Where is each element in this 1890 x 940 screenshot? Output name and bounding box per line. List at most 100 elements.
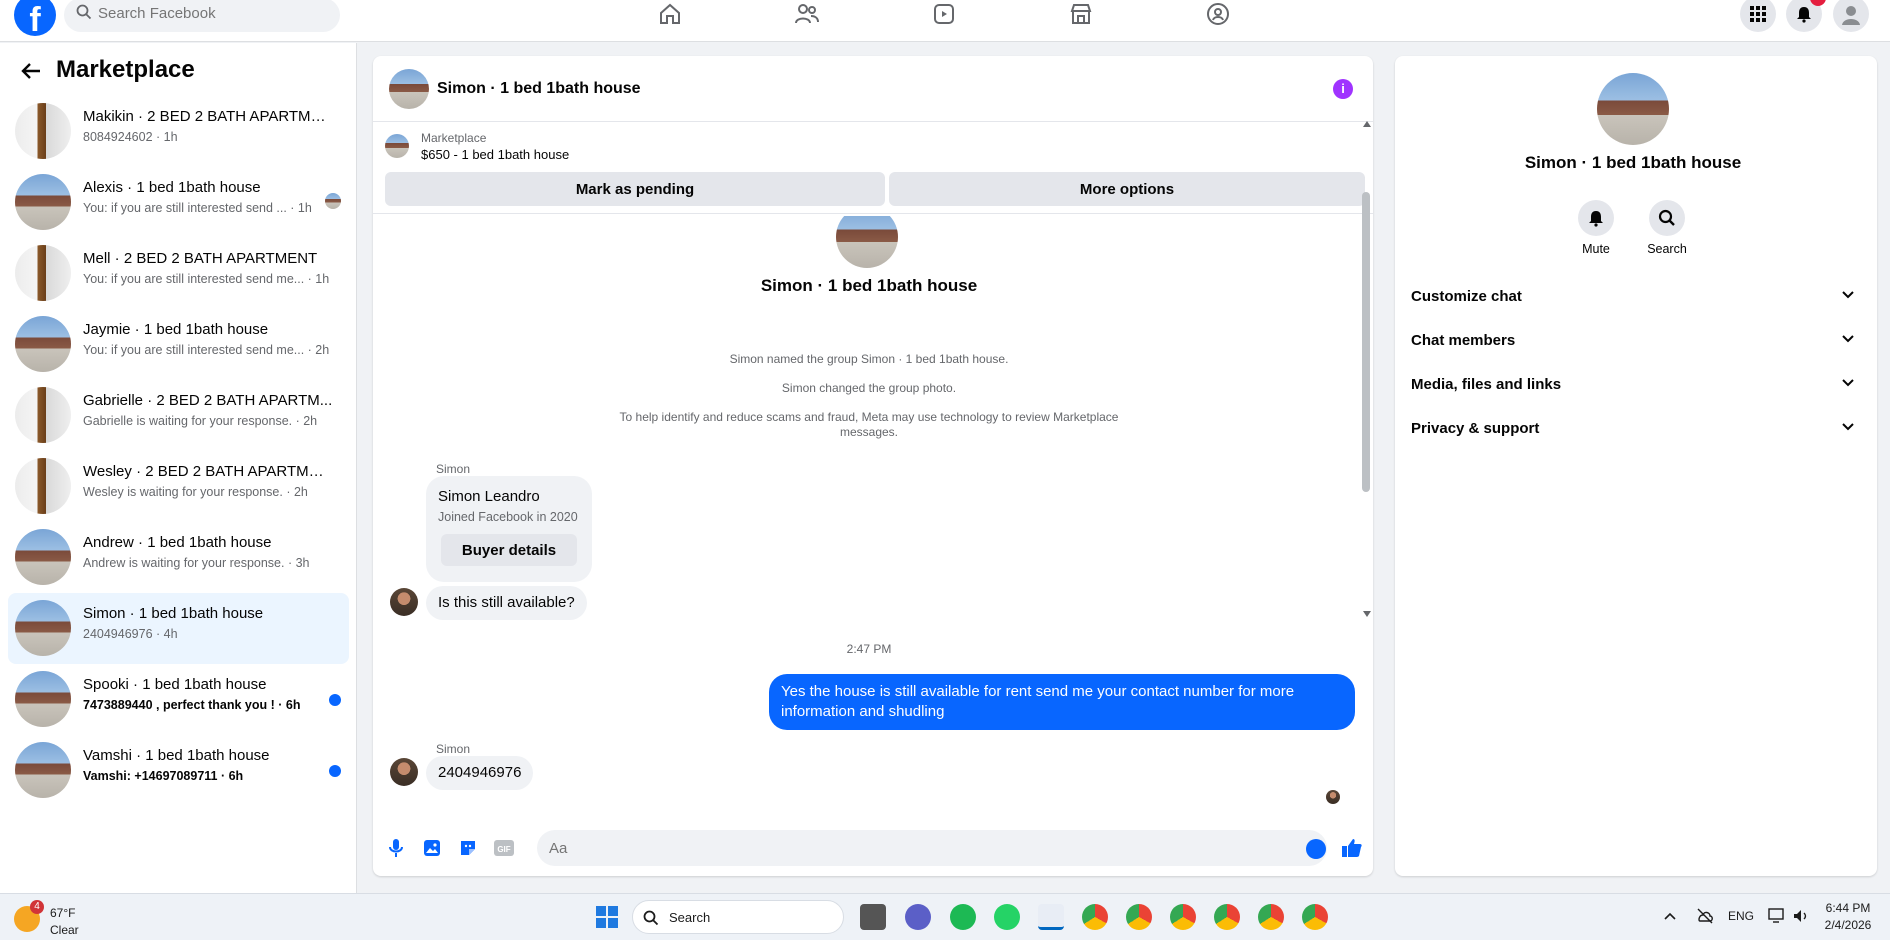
whatsapp-icon[interactable] [994, 904, 1020, 930]
groups-icon[interactable] [1198, 0, 1238, 28]
listing-thumbnail [15, 387, 71, 443]
task-view-icon[interactable] [860, 904, 886, 930]
chrome-profile-icon[interactable] [1258, 904, 1284, 930]
volume-icon[interactable] [1792, 908, 1810, 924]
chrome-profile-icon[interactable] [1302, 904, 1328, 930]
message-composer: GIF [373, 826, 1373, 870]
more-options-button[interactable]: More options [889, 172, 1365, 206]
conversation-title: Jaymie · 1 bed 1bath house [83, 321, 269, 338]
sender-name: Simon [436, 742, 471, 756]
unread-dot [329, 765, 341, 777]
facebook-search-box[interactable] [64, 0, 340, 32]
profile-joined: Joined Facebook in 2020 [438, 510, 578, 524]
group-title: Simon · 1 bed 1bath house [760, 276, 978, 295]
home-icon[interactable] [650, 0, 690, 28]
conversation-item[interactable]: Andrew · 1 bed 1bath house Andrew is wai… [8, 522, 349, 593]
message-timestamp: 2:47 PM [846, 642, 892, 656]
friends-icon[interactable] [787, 0, 827, 28]
chrome-profile-icon[interactable] [1170, 904, 1196, 930]
info-icon[interactable]: i [1333, 79, 1353, 99]
listing-thumbnail [15, 174, 71, 230]
customize-chat-section[interactable]: Customize chat [1411, 279, 1855, 315]
incoming-message[interactable]: Is this still available? [426, 586, 587, 620]
incoming-message[interactable]: 2404946976 [426, 756, 534, 790]
back-arrow-icon[interactable] [20, 61, 42, 81]
windows-start-icon[interactable] [596, 906, 618, 928]
sender-name: Simon [436, 462, 471, 476]
listing-thumbnail [15, 671, 71, 727]
chat-details-avatar [1597, 73, 1669, 145]
emoji-icon[interactable] [1306, 839, 1326, 859]
scroll-down-icon[interactable] [1362, 610, 1372, 618]
conversation-item[interactable]: Mell · 2 BED 2 BATH APARTMENT You: if yo… [8, 238, 349, 309]
conversation-title: Spooki · 1 bed 1bath house [83, 676, 267, 693]
message-input[interactable] [537, 830, 1327, 866]
conversation-title: Simon · 1 bed 1bath house [83, 605, 264, 622]
weather-badge: 4 [30, 900, 44, 914]
marketplace-sidebar: Marketplace Makikin · 2 BED 2 BATH APART… [0, 43, 357, 893]
outgoing-message[interactable]: Yes the house is still available for ren… [769, 674, 1355, 730]
weather-widget[interactable]: 4 67°F Clear [14, 900, 134, 937]
conversation-item[interactable]: Alexis · 1 bed 1bath house You: if you a… [8, 167, 349, 238]
thread-scrollbar[interactable] [1362, 120, 1372, 617]
chat-title[interactable]: Simon · 1 bed 1bath house [437, 80, 641, 98]
spotify-icon[interactable] [950, 904, 976, 930]
chat-avatar[interactable] [389, 69, 429, 109]
thumbs-up-icon[interactable] [1341, 837, 1363, 859]
scroll-thumb[interactable] [1362, 192, 1370, 492]
conversation-item[interactable]: Makikin · 2 BED 2 BATH APARTME... 808492… [8, 96, 349, 167]
group-photo [836, 216, 898, 268]
menu-grid-icon[interactable] [1740, 0, 1776, 32]
sender-avatar[interactable] [390, 758, 418, 786]
conversation-title: Wesley · 2 BED 2 BATH APARTMENT [83, 463, 333, 480]
chat-members-section[interactable]: Chat members [1411, 323, 1855, 359]
media-files-links-section[interactable]: Media, files and links [1411, 367, 1855, 403]
facebook-logo[interactable]: f [14, 0, 56, 36]
conversation-title: Mell · 2 BED 2 BATH APARTMENT [83, 250, 318, 267]
taskbar-search[interactable]: Search [632, 900, 844, 934]
listing-thumbnail[interactable] [385, 134, 409, 158]
photo-icon[interactable] [421, 837, 443, 859]
conversation-title: Andrew · 1 bed 1bath house [83, 534, 272, 551]
chrome-profile-icon[interactable] [1126, 904, 1152, 930]
sticker-icon[interactable] [457, 837, 479, 859]
conversation-item[interactable]: Jaymie · 1 bed 1bath house You: if you a… [8, 309, 349, 380]
mute-label: Mute [1582, 242, 1610, 256]
network-icon[interactable] [1768, 908, 1788, 924]
listing-price[interactable]: $650 - 1 bed 1bath house [421, 147, 569, 162]
conversation-preview: You: if you are still interested send me… [83, 272, 330, 286]
mute-button[interactable]: Mute [1566, 200, 1626, 256]
conversation-item[interactable]: Wesley · 2 BED 2 BATH APARTMENT Wesley i… [8, 451, 349, 522]
buyer-details-button[interactable]: Buyer details [441, 534, 577, 566]
system-clock[interactable]: 6:44 PM 2/4/2026 [1816, 900, 1880, 934]
mark-as-pending-button[interactable]: Mark as pending [385, 172, 885, 206]
video-icon[interactable] [924, 0, 964, 28]
gif-icon[interactable]: GIF [493, 837, 515, 859]
snipping-tool-icon[interactable] [1038, 904, 1064, 930]
search-conversation-button[interactable]: Search [1637, 200, 1697, 256]
sender-avatar[interactable] [390, 588, 418, 616]
teams-icon[interactable] [905, 904, 931, 930]
bell-icon[interactable] [1786, 0, 1826, 32]
clock-date: 2/4/2026 [1824, 918, 1872, 932]
system-message: Simon named the group Simon · 1 bed 1bat… [729, 352, 1009, 366]
conversation-item[interactable]: Vamshi · 1 bed 1bath house Vamshi: +1469… [8, 735, 349, 806]
scroll-up-icon[interactable] [1362, 120, 1372, 128]
facebook-search-input[interactable] [98, 2, 328, 24]
weather-condition: Clear [50, 923, 79, 937]
cloud-offline-icon[interactable] [1696, 908, 1714, 924]
microphone-icon[interactable] [385, 837, 407, 859]
chrome-profile-icon[interactable] [1214, 904, 1240, 930]
chrome-icon[interactable] [1082, 904, 1108, 930]
conversation-item[interactable]: Gabrielle · 2 BED 2 BATH APARTM... Gabri… [8, 380, 349, 451]
account-icon[interactable] [1833, 0, 1869, 32]
marketplace-icon[interactable] [1061, 0, 1101, 28]
privacy-support-section[interactable]: Privacy & support [1411, 411, 1855, 447]
conversation-preview: Gabrielle is waiting for your response. … [83, 414, 318, 428]
listing-thumbnail [15, 742, 71, 798]
conversation-item-active[interactable]: Simon · 1 bed 1bath house 2404946976 · 4… [8, 593, 349, 664]
language-indicator[interactable]: ENG [1728, 909, 1754, 923]
taskbar-search-label: Search [669, 910, 711, 925]
conversation-item[interactable]: Spooki · 1 bed 1bath house 7473889440 , … [8, 664, 349, 735]
chevron-up-icon[interactable] [1664, 912, 1676, 920]
